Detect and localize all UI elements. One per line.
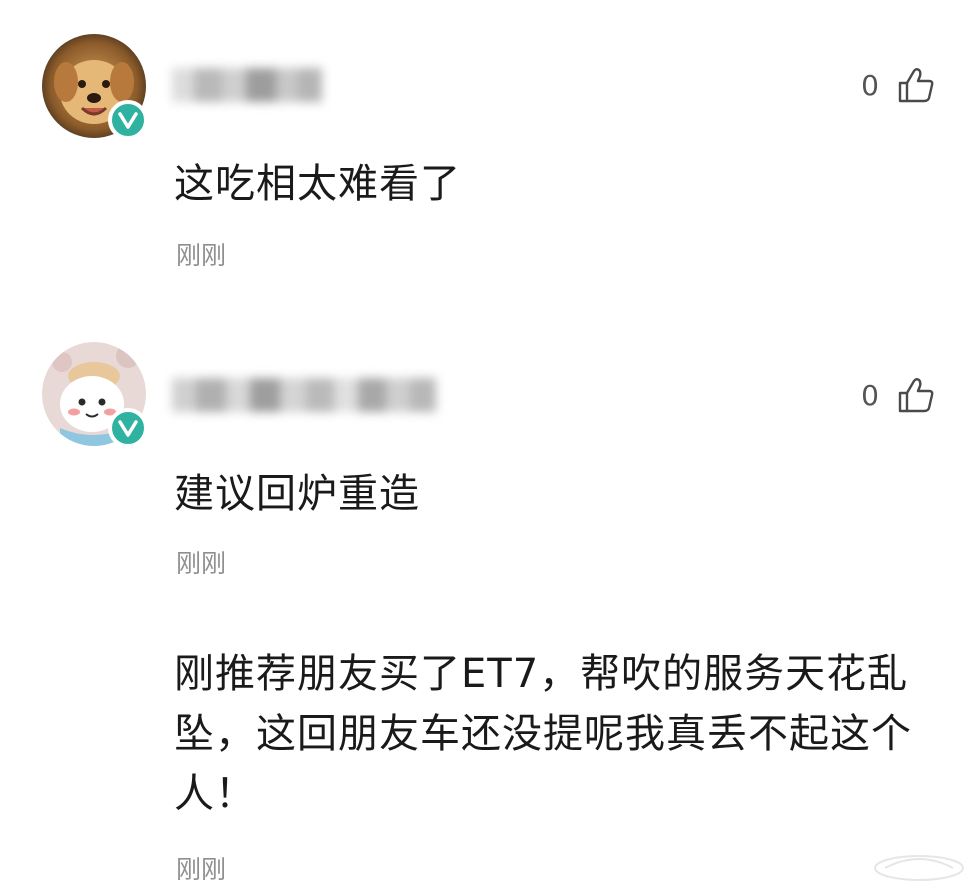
verified-v-icon — [108, 100, 148, 140]
like-count: 0 — [861, 378, 879, 412]
username-redacted[interactable] — [172, 62, 322, 108]
comment-text: 刚推荐朋友买了ET7，帮吹的服务天花乱 坠，这回朋友车还没提呢我真丢不起这个 人… — [174, 644, 934, 824]
avatar[interactable] — [42, 34, 148, 140]
comment-time: 刚刚 — [176, 241, 227, 270]
comment-text-line: 刚推荐朋友买了ET7，帮吹的服务天花乱 — [174, 651, 909, 697]
comment-text: 建议回炉重造 — [174, 471, 420, 517]
comment-text-line: 坠，这回朋友车还没提呢我真丢不起这个 — [174, 711, 912, 757]
comment-text: 这吃相太难看了 — [174, 161, 461, 207]
comment-item: 0 这吃相太难看了 刚刚 — [0, 0, 977, 300]
comment-item: 0 建议回炉重造 刚刚 — [0, 300, 977, 600]
thumbs-up-icon — [898, 378, 934, 413]
comment-time: 刚刚 — [176, 549, 227, 578]
avatar[interactable] — [42, 342, 148, 448]
like-button[interactable]: 0 — [861, 66, 935, 104]
site-watermark-logo — [874, 855, 964, 881]
like-count: 0 — [861, 68, 879, 102]
username-redacted[interactable] — [172, 372, 436, 418]
verified-v-icon — [108, 408, 148, 448]
comment-time: 刚刚 — [176, 855, 227, 884]
thumbs-up-icon — [898, 68, 934, 103]
comment-text-line: 人！ — [174, 771, 256, 817]
comment-item: 刚推荐朋友买了ET7，帮吹的服务天花乱 坠，这回朋友车还没提呢我真丢不起这个 人… — [0, 600, 977, 892]
like-button[interactable]: 0 — [861, 376, 935, 414]
